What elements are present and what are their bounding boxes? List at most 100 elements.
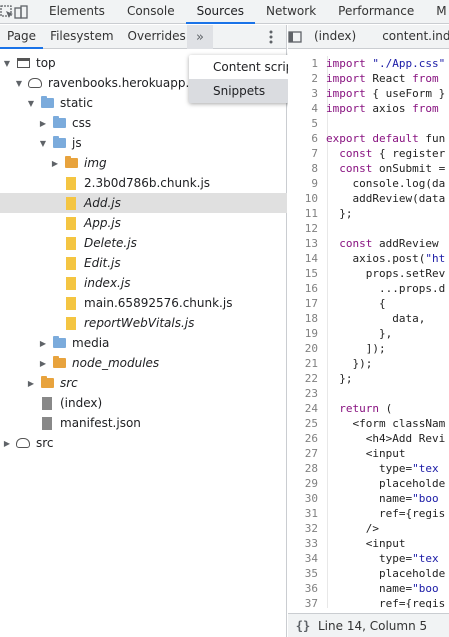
tab-network[interactable]: Network	[255, 0, 327, 24]
tree-item[interactable]: manifest.json	[0, 413, 287, 433]
line-number: 35	[304, 567, 318, 580]
code-line: 37 ref={regis	[288, 596, 449, 608]
pretty-print-button[interactable]: {}	[288, 619, 318, 633]
tree-item-label: index.js	[84, 276, 131, 290]
expand-arrow-icon[interactable]: ▶	[38, 353, 48, 373]
device-toolbar-icon[interactable]	[14, 0, 28, 24]
tree-item[interactable]: Delete.js	[0, 233, 287, 253]
tree-item-label: App.js	[84, 216, 121, 230]
tree-item-label: Edit.js	[84, 256, 121, 270]
collapse-arrow-icon[interactable]: ▼	[26, 93, 36, 113]
code-line: 20 ]);	[288, 341, 449, 356]
line-text: ref={regis	[326, 597, 446, 608]
code-line: 26 <h4>Add Revi	[288, 431, 449, 446]
tree-item-label: css	[72, 116, 92, 130]
line-number: 8	[311, 162, 318, 175]
tree-item-label: node_modules	[72, 356, 160, 370]
arrow-spacer	[50, 233, 60, 253]
tree-item[interactable]: Add.js	[0, 193, 287, 213]
code-line: 10 addReview(data	[288, 191, 449, 206]
line-number: 28	[304, 462, 318, 475]
expand-arrow-icon[interactable]: ▶	[50, 153, 60, 173]
line-text: axios.post("ht	[326, 252, 446, 265]
line-number: 3	[311, 87, 318, 100]
tree-item[interactable]: ▶ src	[0, 433, 287, 453]
folder-icon	[51, 353, 67, 373]
line-number: 13	[304, 237, 318, 250]
subtab-page[interactable]: Page	[0, 25, 44, 49]
collapse-arrow-icon[interactable]: ▼	[14, 73, 24, 93]
arrow-spacer	[50, 213, 60, 233]
tree-item[interactable]: ▶ node_modules	[0, 353, 287, 373]
arrow-spacer	[50, 193, 60, 213]
folder-icon	[51, 113, 67, 133]
collapse-arrow-icon[interactable]: ▼	[2, 53, 12, 73]
expand-arrow-icon[interactable]: ▶	[26, 373, 36, 393]
line-number: 1	[311, 57, 318, 70]
tree-item-label: img	[84, 156, 107, 170]
subtab-overrides[interactable]: Overrides	[121, 25, 193, 49]
line-text: name="boo	[326, 492, 439, 505]
code-line: 7 const { register	[288, 146, 449, 161]
tree-item[interactable]: ▶ css	[0, 113, 287, 133]
tree-item[interactable]: App.js	[0, 213, 287, 233]
line-text: import axios from	[326, 102, 439, 115]
tree-item[interactable]: 2.3b0d786b.chunk.js	[0, 173, 287, 193]
subtab-filesystem[interactable]: Filesystem	[43, 25, 120, 49]
tab-elements[interactable]: Elements	[38, 0, 116, 24]
line-number: 18	[304, 312, 318, 325]
tab-m[interactable]: M	[425, 0, 449, 24]
line-text: <form classNam	[326, 417, 446, 430]
tree-item[interactable]: main.65892576.chunk.js	[0, 293, 287, 313]
code-line: 12	[288, 221, 449, 236]
code-line: 8 const onSubmit =	[288, 161, 449, 176]
editor-tab-index[interactable]: (index)	[302, 25, 370, 49]
tree-item[interactable]: ▼ js	[0, 133, 287, 153]
devtools-toolbar: Elements Console Sources Network Performance…	[0, 0, 449, 24]
code-line: 3 import { useForm }	[288, 86, 449, 101]
kebab-menu-icon[interactable]	[262, 25, 280, 49]
inspect-element-icon[interactable]	[0, 0, 14, 24]
tree-item[interactable]: ▶ src	[0, 373, 287, 393]
arrow-spacer	[50, 253, 60, 273]
expand-arrow-icon[interactable]: ▶	[38, 113, 48, 133]
line-text: import "./App.css"	[326, 57, 446, 70]
tab-sources[interactable]: Sources	[185, 0, 256, 24]
tree-item[interactable]: (index)	[0, 393, 287, 413]
expand-arrow-icon[interactable]: ▶	[38, 333, 48, 353]
folder-icon	[51, 133, 67, 153]
js-file-icon	[63, 213, 79, 233]
expand-arrow-icon[interactable]: ▶	[2, 433, 12, 453]
arrow-spacer	[50, 313, 60, 333]
tree-item-label: media	[72, 336, 110, 350]
line-text: data,	[326, 312, 426, 325]
line-text: import { useForm }	[326, 87, 446, 100]
line-number: 32	[304, 522, 318, 535]
code-lines[interactable]: 1 import "./App.css" 2 import React from 3 im…	[288, 56, 449, 608]
line-number: 2	[311, 72, 318, 85]
tree-item[interactable]: Edit.js	[0, 253, 287, 273]
line-text: ]);	[326, 342, 386, 355]
tab-performance[interactable]: Performance	[327, 0, 425, 24]
code-editor: (index) content.inde 1 import "./App.css"…	[288, 25, 449, 637]
toggle-navigator-icon[interactable]	[288, 25, 302, 49]
more-tabs-button[interactable]: »	[187, 25, 213, 49]
tree-item[interactable]: ▶ media	[0, 333, 287, 353]
code-line: 33 <input	[288, 536, 449, 551]
line-number: 20	[304, 342, 318, 355]
tab-console[interactable]: Console	[116, 0, 186, 24]
tree-item[interactable]: ▶ img	[0, 153, 287, 173]
collapse-arrow-icon[interactable]: ▼	[38, 133, 48, 153]
code-line: 16 ...props.d	[288, 281, 449, 296]
tree-item-label: Delete.js	[84, 236, 137, 250]
tree-item[interactable]: index.js	[0, 273, 287, 293]
tree-item[interactable]: reportWebVitals.js	[0, 313, 287, 333]
line-text: ...props.d	[326, 282, 446, 295]
line-number: 15	[304, 267, 318, 280]
tree-item-label: top	[36, 56, 56, 70]
arrow-spacer	[50, 173, 60, 193]
editor-tabs: (index) content.inde	[288, 25, 449, 49]
line-number: 11	[304, 207, 318, 220]
navigator-tabs: Page Filesystem Overrides »	[0, 25, 286, 49]
editor-tab-content[interactable]: content.inde	[370, 25, 449, 49]
